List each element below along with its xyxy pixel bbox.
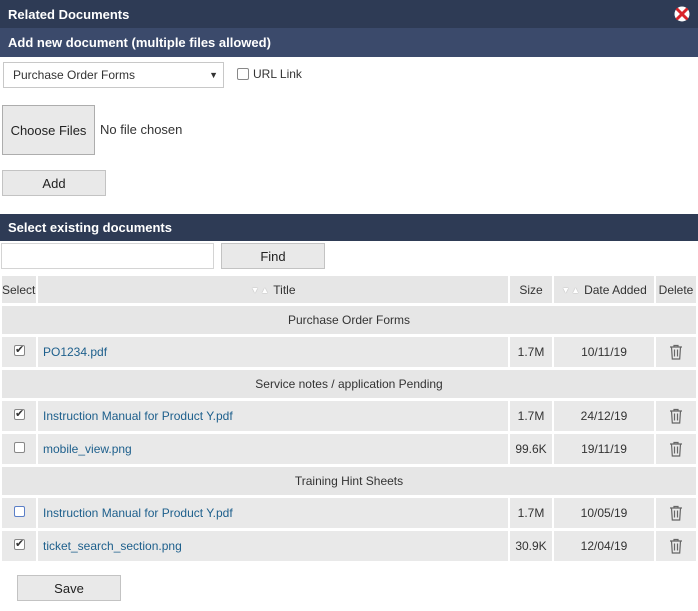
- row-select-checkbox[interactable]: [14, 343, 25, 356]
- document-date: 10/11/19: [554, 337, 654, 367]
- trash-icon[interactable]: [669, 344, 683, 360]
- dropdown-arrow-icon: ▼: [209, 70, 218, 80]
- trash-icon[interactable]: [669, 538, 683, 554]
- document-date: 10/05/19: [554, 498, 654, 528]
- document-size: 30.9K: [510, 531, 552, 561]
- trash-icon[interactable]: [669, 505, 683, 521]
- close-icon[interactable]: [674, 6, 690, 22]
- document-size: 99.6K: [510, 434, 552, 464]
- add-section-title: Add new document (multiple files allowed…: [8, 35, 271, 50]
- documents-table: Select ▼ ▲ Title Size ▼ ▲ Date Added Delete …: [0, 273, 698, 564]
- sort-arrows-icon[interactable]: ▼ ▲: [561, 285, 580, 295]
- document-link[interactable]: Instruction Manual for Product Y.pdf: [43, 506, 233, 520]
- trash-icon[interactable]: [669, 441, 683, 457]
- save-button[interactable]: Save: [17, 575, 121, 601]
- category-select-value: Purchase Order Forms: [13, 68, 136, 82]
- group-header: Purchase Order Forms: [2, 306, 696, 334]
- document-link[interactable]: ticket_search_section.png: [43, 539, 182, 553]
- url-link-option[interactable]: URL Link: [237, 67, 302, 81]
- group-name: Training Hint Sheets: [2, 467, 696, 495]
- group-name: Purchase Order Forms: [2, 306, 696, 334]
- select-section-title: Select existing documents: [8, 220, 172, 235]
- dialog-title: Related Documents: [8, 6, 130, 22]
- group-header: Training Hint Sheets: [2, 467, 696, 495]
- table-row: Instruction Manual for Product Y.pdf 1.7…: [2, 401, 696, 431]
- trash-icon[interactable]: [669, 408, 683, 424]
- document-date: 24/12/19: [554, 401, 654, 431]
- table-header-row: Select ▼ ▲ Title Size ▼ ▲ Date Added Delete: [2, 276, 696, 303]
- column-header-title[interactable]: ▼ ▲ Title: [38, 276, 508, 303]
- column-header-delete: Delete: [656, 276, 696, 303]
- row-select-checkbox[interactable]: [14, 407, 25, 420]
- column-header-date-added[interactable]: ▼ ▲ Date Added: [554, 276, 654, 303]
- add-button[interactable]: Add: [2, 170, 106, 196]
- select-section-header: Select existing documents: [0, 214, 698, 241]
- table-row: PO1234.pdf 1.7M 10/11/19: [2, 337, 696, 367]
- document-date: 12/04/19: [554, 531, 654, 561]
- document-size: 1.7M: [510, 337, 552, 367]
- url-link-label: URL Link: [253, 67, 302, 81]
- row-select-checkbox[interactable]: [14, 537, 25, 550]
- column-header-size: Size: [510, 276, 552, 303]
- document-link[interactable]: mobile_view.png: [43, 442, 132, 456]
- dialog-title-bar: Related Documents: [0, 0, 698, 28]
- document-date: 19/11/19: [554, 434, 654, 464]
- sort-arrows-icon[interactable]: ▼ ▲: [250, 285, 269, 295]
- choose-files-button[interactable]: Choose Files: [2, 105, 95, 155]
- table-row: Instruction Manual for Product Y.pdf 1.7…: [2, 498, 696, 528]
- no-file-chosen-text: No file chosen: [100, 122, 183, 137]
- table-row: ticket_search_section.png 30.9K 12/04/19: [2, 531, 696, 561]
- find-button[interactable]: Find: [221, 243, 325, 269]
- column-header-title-label: Title: [273, 282, 296, 297]
- group-header: Service notes / application Pending: [2, 370, 696, 398]
- search-input[interactable]: [1, 243, 214, 269]
- group-name: Service notes / application Pending: [2, 370, 696, 398]
- column-header-select: Select: [2, 276, 36, 303]
- category-select[interactable]: Purchase Order Forms ▼: [3, 62, 224, 88]
- document-link[interactable]: PO1234.pdf: [43, 345, 107, 359]
- column-header-date-label: Date Added: [584, 282, 647, 297]
- add-section-header: Add new document (multiple files allowed…: [0, 28, 698, 57]
- document-size: 1.7M: [510, 401, 552, 431]
- document-link[interactable]: Instruction Manual for Product Y.pdf: [43, 409, 233, 423]
- document-size: 1.7M: [510, 498, 552, 528]
- row-select-checkbox[interactable]: [14, 442, 25, 453]
- row-select-checkbox[interactable]: [14, 506, 25, 517]
- table-row: mobile_view.png 99.6K 19/11/19: [2, 434, 696, 464]
- url-link-checkbox[interactable]: [237, 68, 249, 80]
